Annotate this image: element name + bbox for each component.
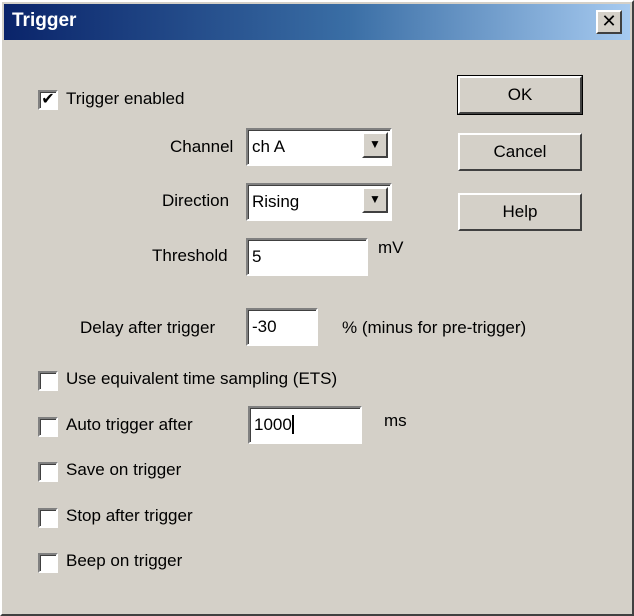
- chevron-down-icon[interactable]: ▼: [362, 187, 388, 213]
- beep-on-trigger-label: Beep on trigger: [66, 551, 183, 570]
- direction-value: Rising: [252, 192, 300, 211]
- cancel-button[interactable]: Cancel: [458, 133, 582, 171]
- threshold-unit: mV: [378, 238, 404, 257]
- ets-checkbox[interactable]: [38, 371, 58, 391]
- delay-value: -30: [252, 317, 277, 336]
- delay-note: % (minus for pre-trigger): [342, 318, 527, 337]
- title-bar[interactable]: Trigger ✕: [4, 4, 630, 40]
- auto-trigger-checkbox[interactable]: [38, 417, 58, 437]
- save-on-trigger-label: Save on trigger: [66, 460, 182, 479]
- trigger-enabled-checkbox[interactable]: ✔: [38, 90, 58, 110]
- window-title: Trigger: [12, 10, 77, 31]
- close-button[interactable]: ✕: [596, 10, 622, 34]
- direction-label: Direction: [162, 191, 230, 210]
- ok-button[interactable]: OK: [457, 75, 583, 115]
- ets-label: Use equivalent time sampling (ETS): [66, 369, 338, 388]
- help-button[interactable]: Help: [458, 193, 582, 231]
- stop-after-trigger-label: Stop after trigger: [66, 506, 193, 525]
- channel-select[interactable]: ch A ▼: [246, 128, 392, 166]
- threshold-value: 5: [252, 247, 262, 266]
- threshold-input[interactable]: 5: [246, 238, 368, 276]
- save-on-trigger-checkbox[interactable]: [38, 462, 58, 482]
- stop-after-trigger-checkbox[interactable]: [38, 508, 58, 528]
- threshold-label: Threshold: [152, 246, 228, 265]
- trigger-dialog: Trigger ✕ ✔ Trigger enabled Channel ch A…: [0, 0, 634, 616]
- auto-trigger-value: 1000: [254, 415, 294, 434]
- close-icon: ✕: [601, 11, 617, 31]
- trigger-enabled-label: Trigger enabled: [66, 89, 185, 108]
- delay-input[interactable]: -30: [246, 308, 318, 346]
- direction-select[interactable]: Rising ▼: [246, 183, 392, 221]
- auto-trigger-unit: ms: [384, 411, 407, 430]
- delay-label: Delay after trigger: [80, 318, 216, 337]
- auto-trigger-input[interactable]: 1000: [248, 406, 362, 444]
- chevron-down-icon[interactable]: ▼: [362, 132, 388, 158]
- channel-label: Channel: [170, 137, 234, 156]
- channel-value: ch A: [252, 137, 286, 156]
- auto-trigger-label: Auto trigger after: [66, 415, 193, 434]
- checkmark-icon: ✔: [41, 91, 55, 108]
- beep-on-trigger-checkbox[interactable]: [38, 553, 58, 573]
